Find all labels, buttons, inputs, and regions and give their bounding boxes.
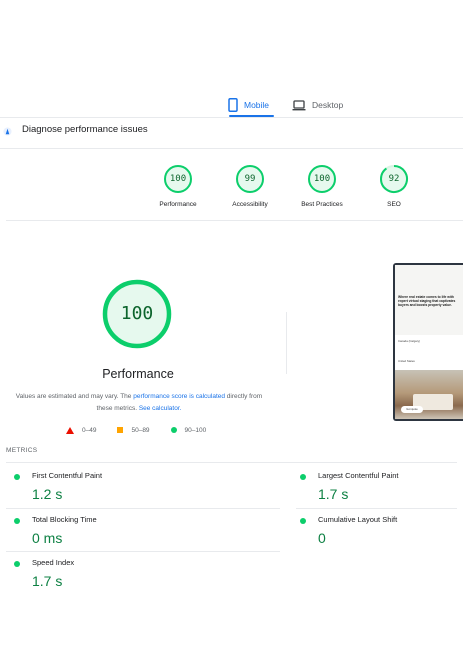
- gauge-ring: 100: [163, 164, 193, 194]
- gauges-divider: [6, 220, 463, 221]
- smartphone-icon: [228, 98, 238, 112]
- pass-circle-icon: [14, 561, 20, 567]
- gauge-ring: 100: [307, 164, 337, 194]
- metric-value: 1.2 s: [32, 486, 63, 502]
- tab-desktop[interactable]: Desktop: [292, 93, 343, 117]
- vertical-divider: [286, 312, 287, 374]
- metric-name: Total Blocking Time: [32, 515, 97, 524]
- gauge-score: 92: [388, 174, 400, 184]
- diagnose-title: Diagnose performance issues: [22, 124, 148, 135]
- gauge-score: 100: [169, 174, 187, 184]
- performance-gauge-large: 100: [101, 278, 173, 350]
- lighthouse-icon: [3, 127, 12, 136]
- legend-pass: 90–100: [170, 426, 207, 434]
- metric-divider: [296, 508, 457, 509]
- estimate-note: Values are estimated and may vary. The p…: [8, 391, 270, 415]
- screenshot-headline: Where real estate comes to life with exp…: [398, 295, 456, 308]
- gauge-score: 99: [244, 174, 256, 184]
- pass-circle-icon: [300, 474, 306, 480]
- pass-circle-icon: [14, 474, 20, 480]
- metric-value: 1.7 s: [318, 486, 349, 502]
- gauge-seo[interactable]: 92 SEO: [359, 164, 429, 208]
- legend-average: 50–89: [117, 426, 150, 434]
- legend-pass-label: 90–100: [184, 426, 207, 434]
- tabs-divider: [0, 117, 463, 118]
- metric-name: First Contentful Paint: [32, 471, 103, 480]
- screenshot-text: United States: [398, 359, 415, 363]
- tab-mobile[interactable]: Mobile: [228, 93, 269, 117]
- square-icon: [117, 427, 124, 433]
- pass-circle-icon: [300, 518, 306, 524]
- metric-value: 1.7 s: [32, 573, 63, 589]
- gauge-performance[interactable]: 100 Performance: [143, 164, 213, 208]
- triangle-icon: [66, 426, 74, 434]
- screenshot-frame: Where real estate comes to life with exp…: [395, 265, 463, 419]
- circle-icon: [170, 427, 177, 433]
- metric-value: 0: [318, 530, 326, 546]
- metric-name: Speed Index: [32, 558, 75, 567]
- performance-title: Performance: [102, 367, 174, 381]
- score-legend: 0–49 50–89 90–100: [66, 425, 227, 435]
- laptop-icon: [292, 99, 306, 110]
- legend-fail: 0–49: [66, 426, 97, 434]
- metric-name: Cumulative Layout Shift: [318, 515, 398, 524]
- metric-value: 0 ms: [32, 530, 63, 546]
- gauge-accessibility[interactable]: 99 Accessibility: [215, 164, 285, 208]
- report-card: 100 Performance 99 Accessibility 100 Bes…: [0, 148, 463, 599]
- score-calculated-link[interactable]: performance score is calculated: [133, 393, 225, 400]
- pass-circle-icon: [14, 518, 20, 524]
- gauge-label: Best Practices: [301, 201, 343, 208]
- gauge-label: Accessibility: [232, 201, 268, 208]
- page-screenshot[interactable]: Where real estate comes to life with exp…: [393, 263, 463, 421]
- metrics-divider: [6, 462, 457, 463]
- gauge-label: SEO: [387, 201, 401, 208]
- screenshot-button: Get quote: [401, 406, 423, 413]
- note-text: Values are estimated and may vary. The: [15, 393, 134, 400]
- metric-divider: [6, 508, 280, 509]
- metrics-heading: METRICS: [6, 447, 38, 454]
- category-gauges: 100 Performance 99 Accessibility 100 Bes…: [0, 164, 463, 224]
- gauge-ring: 92: [379, 164, 409, 194]
- gauge-best-practices[interactable]: 100 Best Practices: [287, 164, 357, 208]
- see-calculator-link[interactable]: See calculator.: [139, 405, 182, 412]
- legend-average-label: 50–89: [131, 426, 150, 434]
- metric-name: Largest Contentful Paint: [318, 471, 399, 480]
- screenshot-text: Canada (Calgary): [398, 339, 421, 343]
- device-tabs: Mobile Desktop: [0, 93, 463, 123]
- tab-desktop-label: Desktop: [312, 100, 344, 110]
- legend-fail-label: 0–49: [82, 426, 97, 434]
- gauge-label: Performance: [159, 201, 197, 208]
- tab-mobile-label: Mobile: [244, 100, 270, 110]
- screenshot-room-image: Get quote: [395, 370, 463, 419]
- gauge-score: 100: [313, 174, 331, 184]
- metric-divider: [6, 551, 280, 552]
- gauge-ring: 99: [235, 164, 265, 194]
- performance-score: 100: [120, 303, 154, 324]
